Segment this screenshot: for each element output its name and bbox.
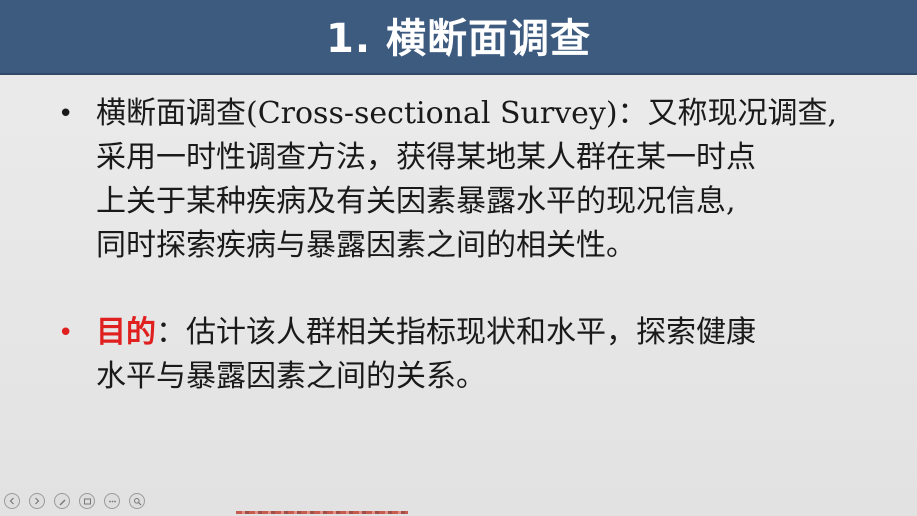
bullet-purpose: • 目的：估计该人群相关指标现状和水平，探索健康 水平与暴露因素之间的关系。: [58, 311, 898, 399]
bullet-definition: • 横断面调查(Cross-sectional Survey)：又称现况调查, …: [58, 92, 898, 268]
purpose-line-2: 水平与暴露因素之间的关系。: [96, 359, 486, 394]
slides-icon[interactable]: [79, 493, 95, 509]
purpose-line-1: 目的：估计该人群相关指标现状和水平，探索健康: [96, 311, 898, 355]
slideshow-toolbar: [4, 491, 145, 511]
slide-content: • 横断面调查(Cross-sectional Survey)：又称现况调查, …: [58, 92, 898, 399]
zoom-icon[interactable]: [129, 493, 145, 509]
slide: 1. 横断面调查 • 横断面调查(Cross-sectional Survey)…: [0, 0, 917, 516]
bullet-dot-red: •: [58, 318, 74, 348]
definition-line-2: 采用一时性调查方法，获得某地某人群在某一时点: [96, 140, 756, 175]
purpose-term: 目的: [96, 315, 156, 350]
bullet-dot: •: [58, 99, 74, 129]
pen-icon[interactable]: [54, 493, 70, 509]
prev-icon[interactable]: [4, 493, 20, 509]
next-icon[interactable]: [29, 493, 45, 509]
slide-title: 1. 横断面调查: [326, 16, 591, 62]
definition-line-3: 上关于某种疾病及有关因素暴露水平的现况信息,: [96, 184, 736, 219]
definition-line-1: 横断面调查(Cross-sectional Survey)：又称现况调查,: [96, 96, 838, 131]
definition-line-4: 同时探索疾病与暴露因素之间的相关性。: [96, 228, 636, 263]
purpose-text: ：估计该人群相关指标现状和水平，探索健康: [156, 315, 756, 350]
more-icon[interactable]: [104, 493, 120, 509]
bottom-render-artifact: [236, 511, 408, 514]
